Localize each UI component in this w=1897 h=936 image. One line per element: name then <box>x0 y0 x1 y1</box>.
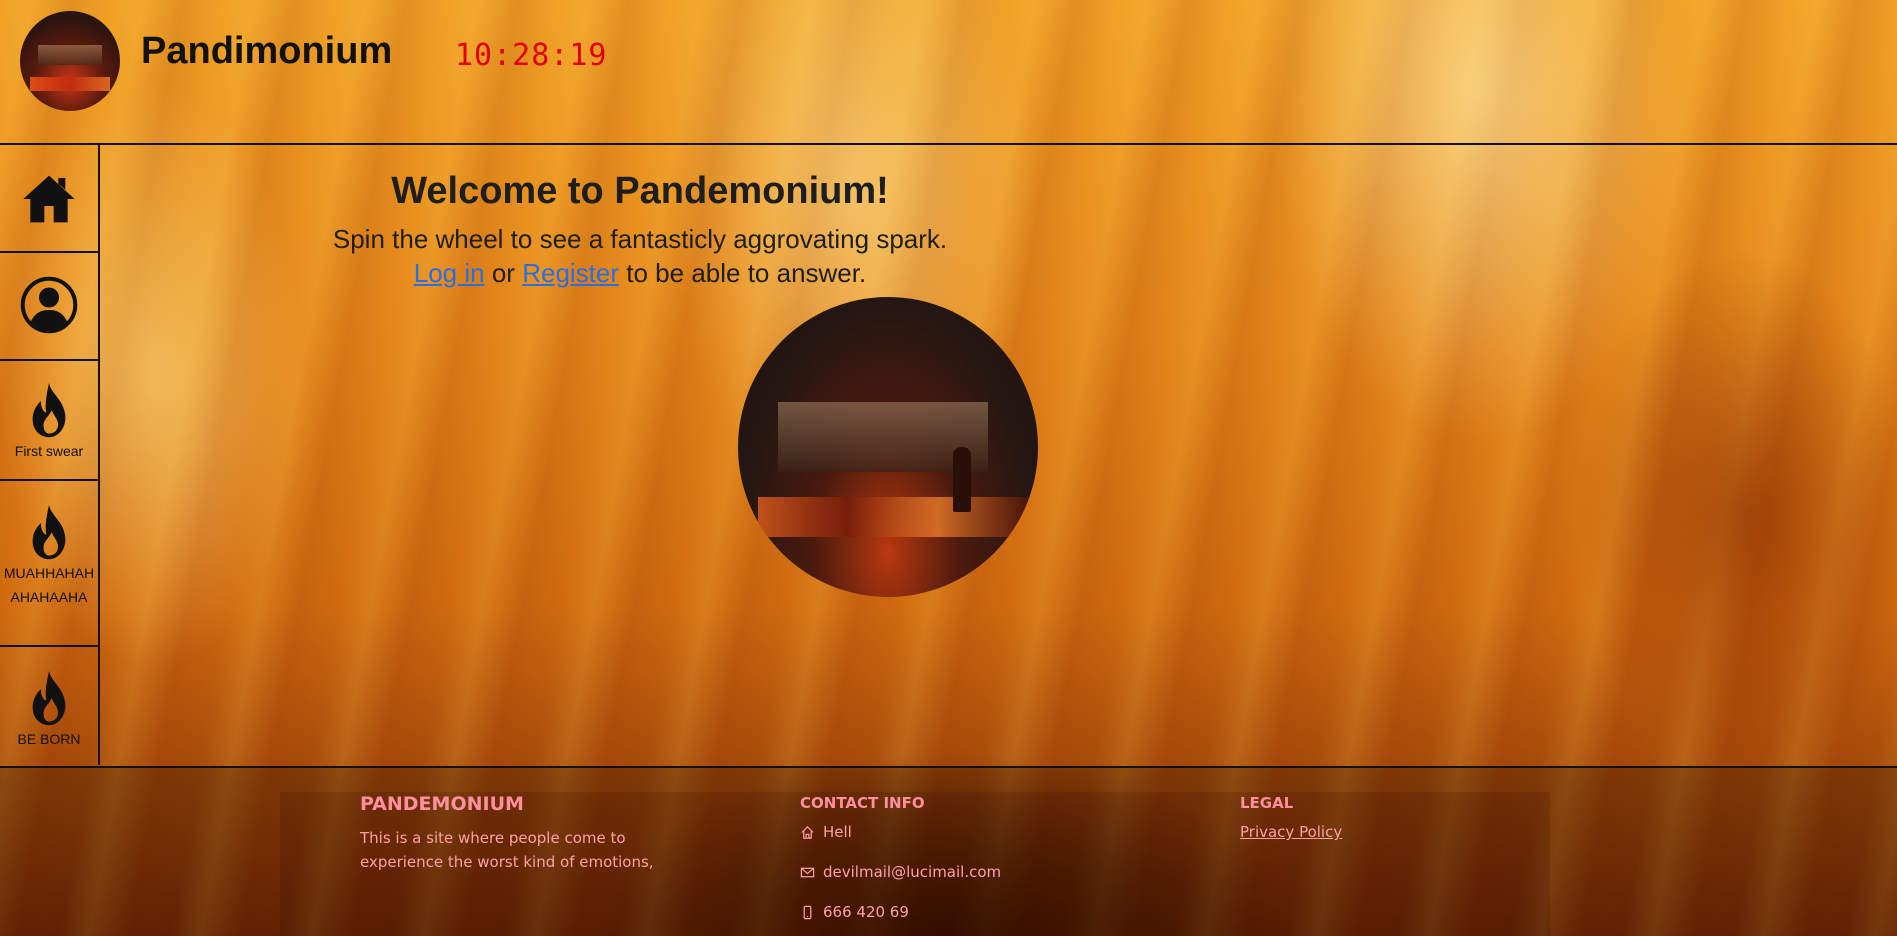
contact-heading: CONTACT INFO <box>800 794 925 812</box>
or-text: or <box>491 258 515 288</box>
site-title: Pandimonium <box>141 30 393 72</box>
footer <box>0 768 1897 936</box>
sidebar-item-be-born[interactable]: BE BORN <box>0 647 98 765</box>
sidebar-item-profile[interactable] <box>0 253 98 361</box>
privacy-policy-link[interactable]: Privacy Policy <box>1240 823 1342 841</box>
logo-palace <box>38 45 102 65</box>
header-divider <box>0 143 1897 145</box>
clock: 10:28:19 <box>455 38 608 73</box>
mail-icon <box>800 867 815 878</box>
wheel-lava <box>758 497 1028 537</box>
sidebar-item-label: BE BORN <box>17 731 81 747</box>
login-link[interactable]: Log in <box>414 258 485 288</box>
register-link[interactable]: Register <box>522 258 619 288</box>
welcome-heading: Welcome to Pandemonium! <box>391 170 889 212</box>
sidebar-item-muahhaha[interactable]: MUAHHAHAHAHAHAAHA <box>0 481 98 647</box>
address-text: Hell <box>823 823 852 841</box>
email-text[interactable]: devilmail@lucimail.com <box>823 863 1001 881</box>
logo-lava <box>30 77 110 91</box>
contact-phone: 666 420 69 <box>800 903 909 921</box>
phone-icon <box>803 905 812 920</box>
phone-text: 666 420 69 <box>823 903 909 921</box>
contact-address: Hell <box>800 823 852 841</box>
legal-heading: LEGAL <box>1240 794 1294 812</box>
header: Pandimonium 10:28:19 <box>0 0 1897 143</box>
footer-description: This is a site where people come to expe… <box>360 829 654 871</box>
footer-brand: PANDEMONIUM <box>360 793 524 815</box>
site-logo[interactable] <box>20 11 120 111</box>
sidebar-item-home[interactable] <box>0 145 98 253</box>
sidebar-item-first-swear[interactable]: First swear <box>0 361 98 481</box>
flame-icon <box>32 382 66 438</box>
flame-icon <box>32 670 66 726</box>
user-icon <box>20 276 78 334</box>
sidebar: First swear MUAHHAHAHAHAHAAHA BE BORN <box>0 145 100 765</box>
home-icon <box>23 175 75 223</box>
answer-text: to be able to answer. <box>626 258 867 288</box>
home-icon <box>801 826 814 839</box>
sidebar-item-label: MUAHHAHAHAHAHAAHA <box>3 565 95 605</box>
spin-wheel[interactable] <box>738 297 1038 597</box>
flame-icon <box>32 504 66 560</box>
sidebar-item-label: First swear <box>14 443 84 459</box>
wheel-figure <box>953 447 971 512</box>
contact-email: devilmail@lucimail.com <box>800 863 1001 881</box>
auth-prompt: Log in or Register to be able to answer. <box>190 258 1090 289</box>
spin-instructions: Spin the wheel to see a fantasticly aggr… <box>332 224 948 254</box>
